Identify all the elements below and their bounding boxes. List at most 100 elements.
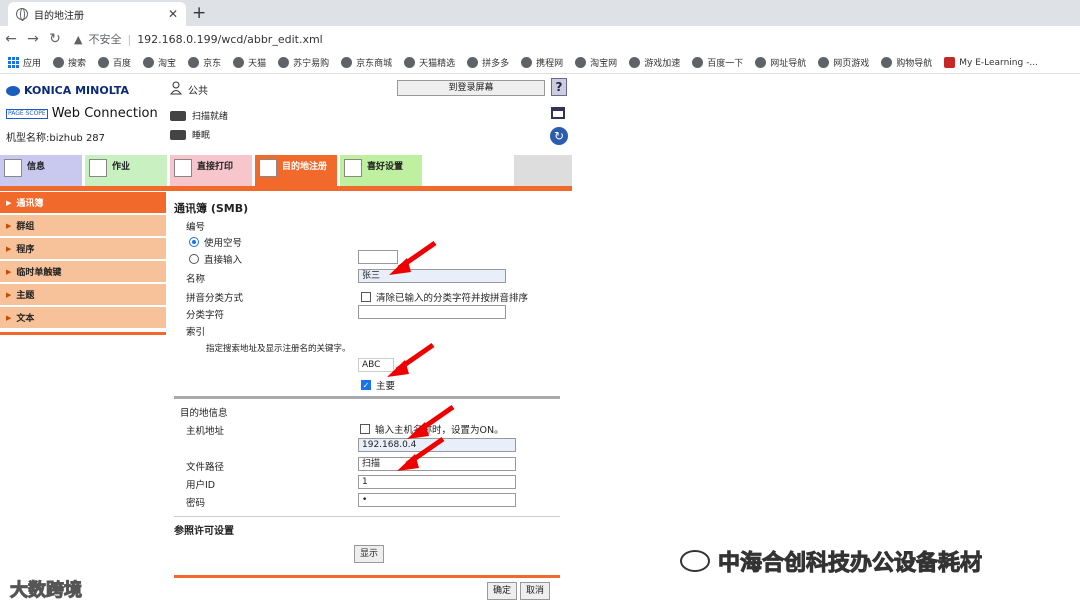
radio-unselected[interactable] [189,254,199,264]
tab-destination[interactable]: 目的地注册 [255,155,337,186]
job-icon [89,159,107,177]
bookmark-item[interactable]: 购物导航 [881,56,932,69]
bookmark-item[interactable]: My E-Learning -... [944,57,1038,68]
tab-preferences[interactable]: 喜好设置 [340,155,422,186]
bookmark-item[interactable]: 淘宝 [143,56,176,69]
globe-icon [188,57,200,68]
tab-underline [0,186,572,191]
printer-icon [170,129,186,140]
checkbox[interactable] [360,424,370,434]
tab-close-button[interactable]: ✕ [168,7,178,21]
tab-direct-print[interactable]: 直接打印 [170,155,252,186]
main-checkbox[interactable]: ✓ 主要 [361,378,395,392]
checkbox[interactable] [361,292,371,302]
sidebar-item-program[interactable]: 程序 [0,238,166,260]
bookmark-item[interactable]: 网页游戏 [818,56,869,69]
watermark-left: 大数跨境 [10,580,83,602]
sort-char-input[interactable] [358,305,506,319]
globe-icon [143,57,155,68]
red-arrow-icon [387,342,435,377]
forward-icon[interactable]: → [22,31,44,47]
tab-maintenance[interactable] [514,155,572,186]
sidebar-item-temp-onetouch[interactable]: 临时单触键 [0,261,166,283]
bookmarks-bar: 应用 搜索 百度 淘宝 京东 天猫 苏宁易购 京东商城 天猫精选 拼多多 携程网… [0,52,1080,74]
new-tab-button[interactable]: + [192,3,206,23]
watermark-right: 中海合创科技办公设备耗材 [680,545,983,577]
tab-info[interactable]: 信息 [0,155,82,186]
sort-char-label: 分类字符 [186,310,225,321]
use-free-number-radio[interactable]: 使用空号 [189,235,242,249]
ref-perm-heading: 参照许可设置 [174,526,234,537]
index-label: 索引 [186,327,206,338]
network-icon[interactable] [551,107,565,119]
userid-input[interactable]: 1 [358,475,516,489]
bookmark-item[interactable]: 网址导航 [755,56,806,69]
bookmark-item[interactable]: 京东商城 [341,56,392,69]
globe-icon [575,57,587,68]
ok-button[interactable]: 确定 [487,582,517,600]
separator: | [127,32,132,46]
destination-icon [259,159,277,177]
bookmark-apps[interactable]: 应用 [8,56,41,69]
wechat-icon [680,550,710,572]
show-button[interactable]: 显示 [354,545,384,563]
userid-label: 用户ID [186,480,216,491]
section-divider [174,516,560,517]
pinyin-label: 拼音分类方式 [186,293,244,304]
model-name: 机型名称:bizhub 287 [6,133,106,144]
globe-icon [818,57,830,68]
index-hint: 指定搜索地址及显示注册名的关键字。 [206,344,351,354]
globe-icon [53,57,65,68]
bookmark-item[interactable]: 京东 [188,56,221,69]
apps-icon [8,57,19,68]
tab-title: 目的地注册 [34,10,84,22]
direct-input-radio[interactable]: 直接输入 [189,252,242,266]
path-label: 文件路径 [186,462,225,473]
tab-jobs[interactable]: 作业 [85,155,167,186]
print-status: 睡眠 [170,128,210,141]
sidebar-item-group[interactable]: 群组 [0,215,166,237]
bookmark-item[interactable]: 搜索 [53,56,86,69]
globe-icon [692,57,704,68]
web-connection-logo: PAGE SCOPE Web Connection [6,106,158,121]
form-bottom-line [174,575,560,578]
browser-tab[interactable]: 目的地注册 ✕ [8,2,186,26]
preferences-icon [344,159,362,177]
url-text[interactable]: 192.168.0.199/wcd/abbr_edit.xml [137,33,323,46]
address-bar: ← → ↻ ▲ 不安全 | 192.168.0.199/wcd/abbr_edi… [0,26,1080,52]
bookmark-item[interactable]: 百度 [98,56,131,69]
refresh-icon[interactable]: ↻ [550,127,568,145]
bookmark-item[interactable]: 拼多多 [467,56,509,69]
bookmark-item[interactable]: 天猫 [233,56,266,69]
omnibox[interactable]: ▲ 不安全 | 192.168.0.199/wcd/abbr_edit.xml [74,31,323,47]
sidebar-item-subject[interactable]: 主题 [0,284,166,306]
globe-icon [233,57,245,68]
sidebar-item-address-book[interactable]: 通讯簿 [0,192,166,214]
password-label: 密码 [186,498,206,509]
cancel-button[interactable]: 取消 [520,582,550,600]
bookmark-item[interactable]: 携程网 [521,56,563,69]
insecure-label: 不安全 [88,33,122,46]
pinyin-checkbox[interactable]: 清除已输入的分类字符并按拼音排序 [361,290,528,304]
password-input[interactable]: • [358,493,516,507]
bookmark-item[interactable]: 百度一下 [692,56,743,69]
reload-icon[interactable]: ↻ [44,31,66,47]
globe-icon [881,57,893,68]
bookmark-item[interactable]: 苏宁易购 [278,56,329,69]
konica-logo: KONICA MINOLTA [6,84,129,97]
sidebar-item-text[interactable]: 文本 [0,307,166,329]
logout-button[interactable]: 到登录屏幕 [397,80,545,96]
radio-selected[interactable] [189,237,199,247]
host-label: 主机地址 [186,426,225,437]
help-button[interactable]: ? [551,78,567,96]
bookmark-item[interactable]: 天猫精选 [404,56,455,69]
red-arrow-icon [389,240,437,275]
globe-icon [278,57,290,68]
bookmark-item[interactable]: 游戏加速 [629,56,680,69]
back-icon[interactable]: ← [0,31,22,47]
checkbox-checked[interactable]: ✓ [361,380,371,390]
sidebar-bottom-line [0,332,166,335]
name-label: 名称 [186,274,206,285]
bookmark-item[interactable]: 淘宝网 [575,56,617,69]
globe-icon [341,57,353,68]
